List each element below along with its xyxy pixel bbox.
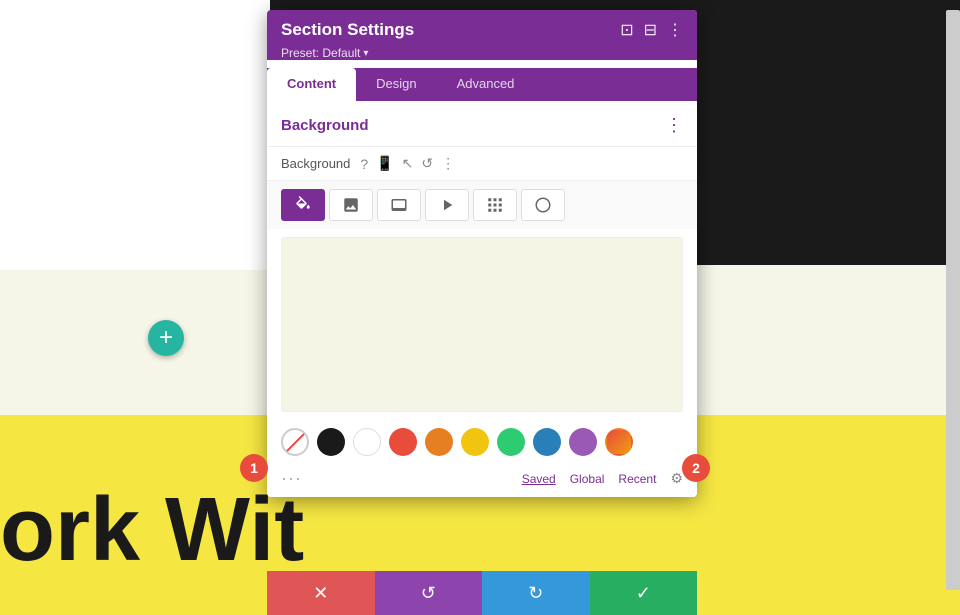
swatch-white[interactable] xyxy=(353,428,381,456)
swatch-gradient[interactable] xyxy=(605,428,633,456)
settings-icon[interactable]: ⚙ xyxy=(670,470,683,487)
background-title: Background xyxy=(281,117,369,134)
tab-content[interactable]: Content xyxy=(267,68,356,101)
background-section-header: Background ⋮ xyxy=(267,101,697,147)
device-icon[interactable]: 📱 xyxy=(376,155,393,172)
color-tabs-row: ··· Saved Global Recent ⚙ xyxy=(267,464,697,497)
tab-design[interactable]: Design xyxy=(356,68,436,101)
cancel-button[interactable]: ✕ xyxy=(267,571,375,615)
panel-header-top: Section Settings ⊡ ⊟ ⋮ xyxy=(281,20,683,40)
panel-header: Section Settings ⊡ ⊟ ⋮ Preset: Default ▾ xyxy=(267,10,697,60)
panel-tabs: Content Design Advanced xyxy=(267,68,697,101)
more-options-icon[interactable]: ⋮ xyxy=(667,20,683,40)
layout-icon[interactable]: ⊟ xyxy=(644,20,657,40)
save-icon: ✓ xyxy=(636,583,651,604)
section-settings-panel: Section Settings ⊡ ⊟ ⋮ Preset: Default ▾… xyxy=(267,10,697,497)
cancel-icon: ✕ xyxy=(313,583,328,604)
swatch-blue[interactable] xyxy=(533,428,561,456)
tab-advanced[interactable]: Advanced xyxy=(437,68,535,101)
background-type-row xyxy=(267,181,697,229)
redo-button[interactable]: ↻ xyxy=(482,571,590,615)
swatch-red[interactable] xyxy=(389,428,417,456)
cursor-icon[interactable]: ↖ xyxy=(402,155,414,172)
save-button[interactable]: ✓ xyxy=(590,571,698,615)
bg-type-image-button[interactable] xyxy=(329,189,373,221)
bg-type-video-button[interactable] xyxy=(425,189,469,221)
bg-type-mask-button[interactable] xyxy=(521,189,565,221)
background-row-icons: ? 📱 ↖ ↺ ⋮ xyxy=(360,155,455,172)
right-sidebar-handle[interactable] xyxy=(946,10,960,590)
plus-icon: + xyxy=(159,324,173,352)
swatch-orange[interactable] xyxy=(425,428,453,456)
color-tab-global[interactable]: Global xyxy=(570,472,605,486)
undo-icon: ↺ xyxy=(421,583,436,604)
panel-header-icons: ⊡ ⊟ ⋮ xyxy=(620,20,683,40)
color-tab-saved[interactable]: Saved xyxy=(522,472,556,486)
more-icon[interactable]: ⋮ xyxy=(441,155,455,172)
badge-1: 1 xyxy=(240,454,268,482)
undo-button[interactable]: ↺ xyxy=(375,571,483,615)
help-icon[interactable]: ? xyxy=(360,156,368,172)
color-tab-recent[interactable]: Recent xyxy=(618,472,656,486)
paper-area xyxy=(0,0,270,270)
badge-2: 2 xyxy=(682,454,710,482)
swatch-purple[interactable] xyxy=(569,428,597,456)
bg-type-image2-button[interactable] xyxy=(377,189,421,221)
background-label: Background xyxy=(281,156,350,171)
background-row: Background ? 📱 ↖ ↺ ⋮ xyxy=(267,147,697,181)
bg-type-color-button[interactable] xyxy=(281,189,325,221)
panel-title: Section Settings xyxy=(281,20,414,40)
reset-icon[interactable]: ↺ xyxy=(421,155,433,172)
preset-arrow: ▾ xyxy=(363,48,368,59)
dots-button[interactable]: ··· xyxy=(281,468,302,489)
color-swatches-area xyxy=(267,420,697,464)
panel-body: Background ⋮ Background ? 📱 ↖ ↺ ⋮ xyxy=(267,101,697,497)
action-bar: ✕ ↺ ↻ ✓ xyxy=(267,571,697,615)
add-section-button[interactable]: + xyxy=(148,320,184,356)
responsive-icon[interactable]: ⊡ xyxy=(620,20,633,40)
redo-icon: ↻ xyxy=(528,583,543,604)
section-options-icon[interactable]: ⋮ xyxy=(665,115,683,136)
panel-preset[interactable]: Preset: Default ▾ xyxy=(281,46,683,60)
swatch-green[interactable] xyxy=(497,428,525,456)
swatch-transparent[interactable] xyxy=(281,428,309,456)
color-preview-area[interactable] xyxy=(281,237,683,412)
swatch-black[interactable] xyxy=(317,428,345,456)
bg-type-pattern-button[interactable] xyxy=(473,189,517,221)
swatch-yellow[interactable] xyxy=(461,428,489,456)
hero-text: ork Wit xyxy=(0,485,304,575)
